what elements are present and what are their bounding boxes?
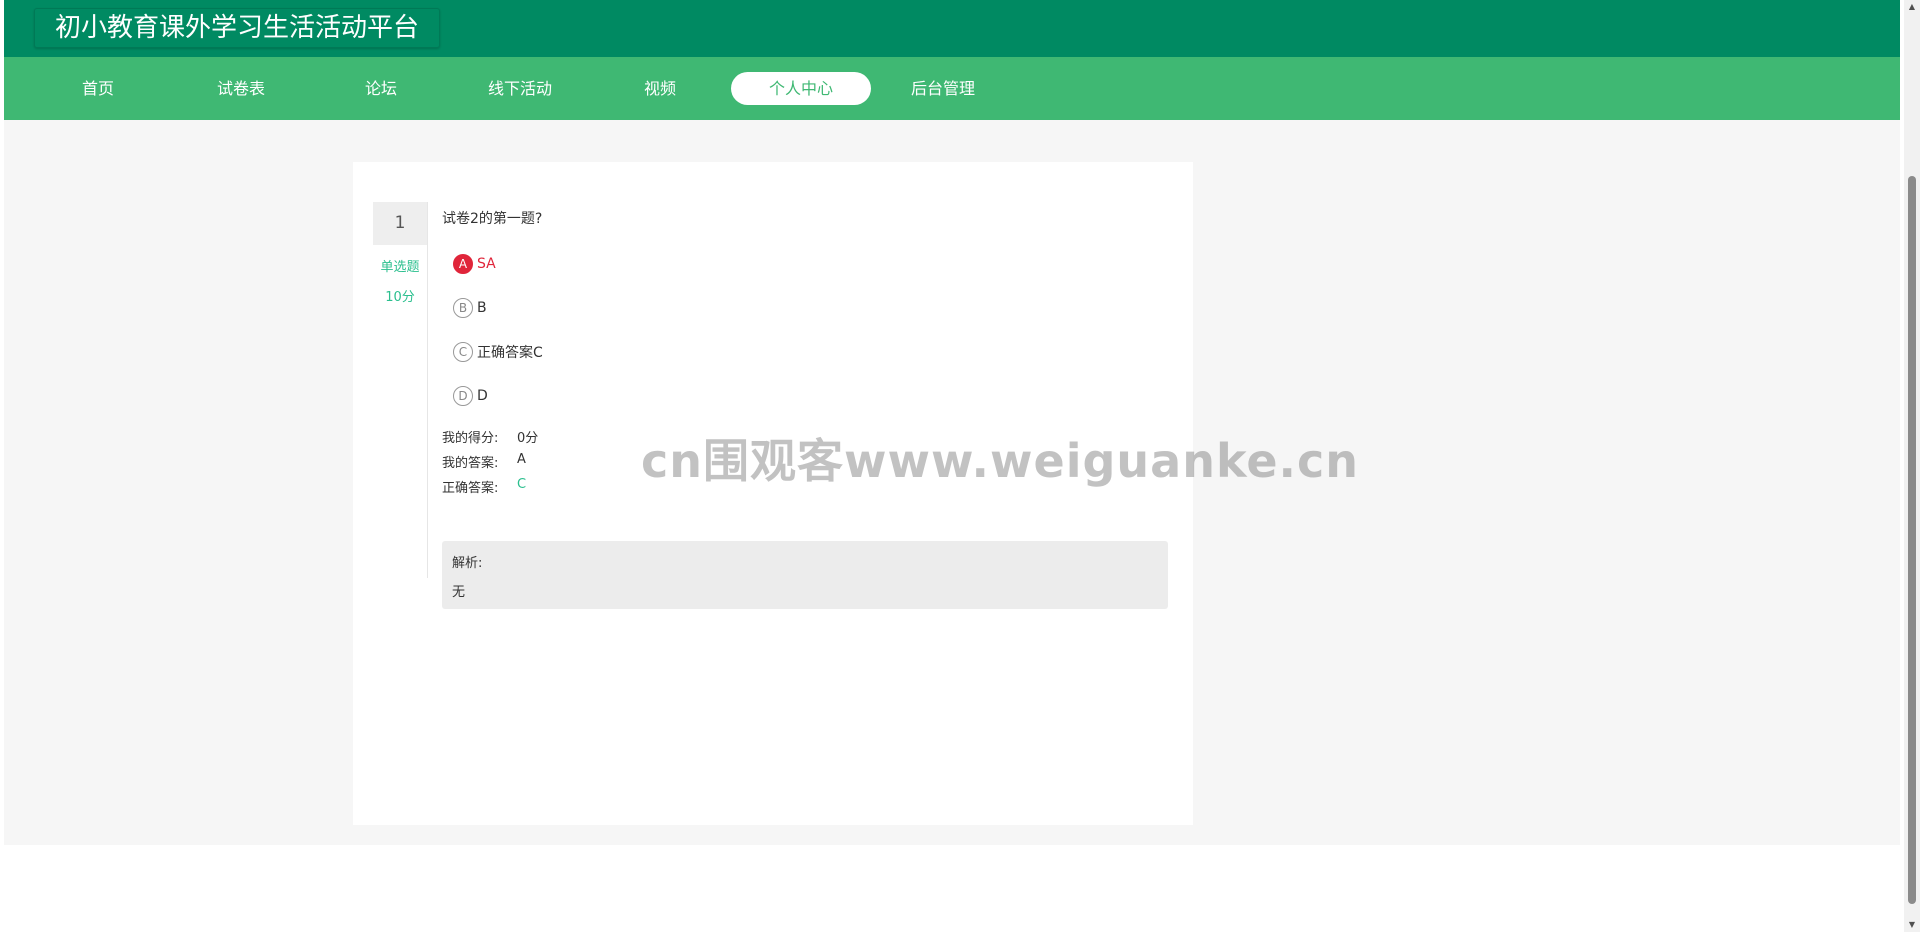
- app-frame: 初小教育课外学习生活活动平台 首页 试卷表 论坛 线下活动 视频 个人中心 后台…: [4, 0, 1900, 932]
- option-b-label: B: [477, 300, 487, 316]
- option-c-marker: C: [453, 342, 473, 362]
- option-a-label: SA: [477, 256, 496, 272]
- my-answer-row: 我的答案: A: [442, 452, 526, 471]
- nav-item-home[interactable]: 首页: [28, 72, 168, 105]
- nav-item-forum[interactable]: 论坛: [311, 72, 451, 105]
- scroll-up-arrow-icon[interactable]: ▲: [1904, 0, 1920, 14]
- nav-item-papers[interactable]: 试卷表: [171, 72, 311, 105]
- nav-item-videos[interactable]: 视频: [590, 72, 730, 105]
- correct-answer-row: 正确答案: C: [442, 477, 526, 496]
- option-b-marker: B: [453, 298, 473, 318]
- nav-item-offline-activities[interactable]: 线下活动: [450, 72, 590, 105]
- exam-result-card: 1 单选题 10分 试卷2的第一题? A SA B B C 正确答案C D D: [353, 162, 1193, 825]
- main-nav: 首页 试卷表 论坛 线下活动 视频 个人中心 后台管理: [4, 57, 1900, 120]
- site-title[interactable]: 初小教育课外学习生活活动平台: [34, 8, 441, 48]
- my-answer-value: A: [517, 452, 526, 467]
- nav-item-admin[interactable]: 后台管理: [873, 72, 1013, 105]
- my-score-row: 我的得分: 0分: [442, 427, 538, 446]
- nav-item-personal-center[interactable]: 个人中心: [731, 72, 871, 105]
- option-d-marker: D: [453, 386, 473, 406]
- option-c-label: 正确答案C: [477, 345, 543, 361]
- question-points: 10分: [385, 290, 415, 305]
- analysis-text: 无: [452, 585, 466, 600]
- option-d[interactable]: D D: [453, 384, 488, 408]
- question-text: 试卷2的第一题?: [442, 211, 543, 227]
- question-meta: 1 单选题 10分: [373, 202, 428, 578]
- page-scrollbar[interactable]: ▲ ▼: [1904, 0, 1920, 932]
- question-number: 1: [373, 202, 427, 245]
- correct-answer-label: 正确答案:: [442, 481, 499, 496]
- scroll-down-arrow-icon[interactable]: ▼: [1904, 918, 1920, 932]
- my-score-value: 0分: [517, 431, 539, 446]
- analysis-label: 解析:: [452, 556, 483, 571]
- analysis-box: 解析: 无: [442, 541, 1168, 609]
- option-b[interactable]: B B: [453, 296, 487, 320]
- question-type: 单选题: [380, 260, 420, 275]
- top-header: 初小教育课外学习生活活动平台: [4, 0, 1900, 57]
- option-a[interactable]: A SA: [453, 252, 496, 276]
- correct-answer-value: C: [517, 477, 527, 492]
- my-score-label: 我的得分:: [442, 431, 499, 446]
- option-d-label: D: [477, 388, 488, 404]
- option-c[interactable]: C 正确答案C: [453, 340, 543, 364]
- my-answer-label: 我的答案:: [442, 456, 499, 471]
- scroll-thumb[interactable]: [1908, 176, 1916, 904]
- option-a-marker: A: [453, 254, 473, 274]
